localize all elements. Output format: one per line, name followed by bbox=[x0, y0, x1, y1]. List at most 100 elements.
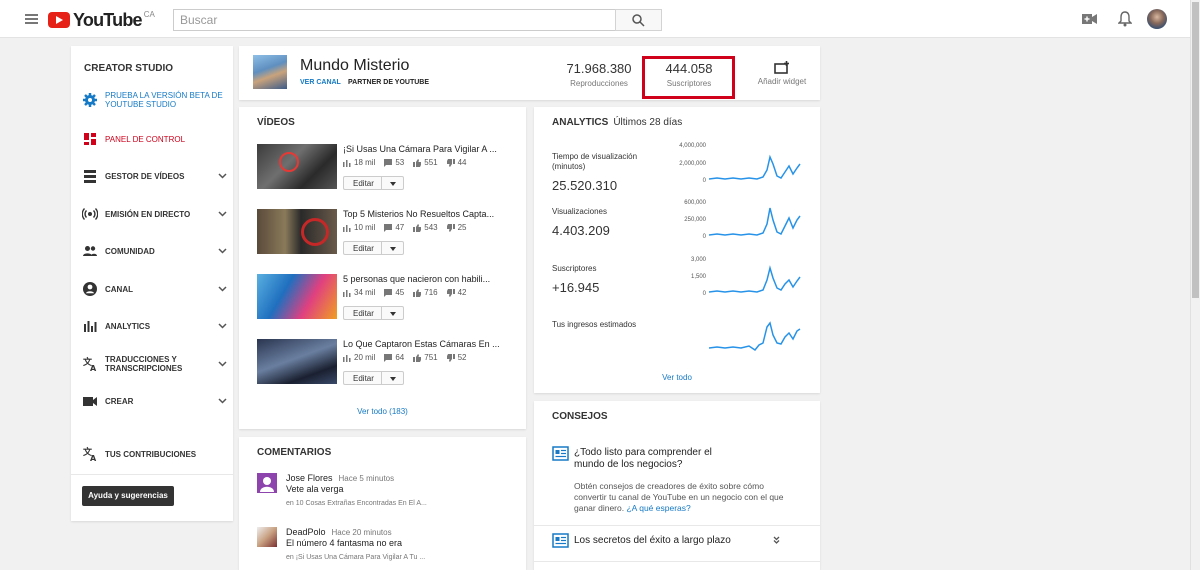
sidebar-divider bbox=[71, 474, 233, 475]
analytics-period: Últimos 28 días bbox=[613, 117, 683, 128]
tip-link[interactable]: ¿A qué esperas? bbox=[626, 503, 690, 513]
edit-video-button[interactable]: Editar bbox=[343, 241, 404, 255]
chevron-down-icon bbox=[218, 286, 227, 292]
analytics-title: ANALYTICS Últimos 28 días bbox=[552, 117, 682, 128]
videos-title: VÍDEOS bbox=[257, 117, 295, 128]
double-chevron-down-icon[interactable] bbox=[773, 536, 780, 544]
sidebar-item-label: CREAR bbox=[105, 396, 134, 406]
sidebar-item-dashboard[interactable]: PANEL DE CONTROL bbox=[82, 131, 227, 147]
views-bars-icon bbox=[343, 224, 351, 232]
video-title[interactable]: Lo Que Captaron Estas Cámaras En ... bbox=[343, 339, 503, 349]
views-value: 71.968.380 bbox=[566, 61, 632, 76]
metric-label: Suscriptores bbox=[552, 264, 597, 273]
comment-author[interactable]: Jose Flores bbox=[286, 473, 333, 483]
metric-value: 25.520.310 bbox=[552, 178, 618, 193]
comment-icon bbox=[384, 288, 393, 297]
views-stat[interactable]: 71.968.380 Reproducciones bbox=[564, 61, 634, 88]
comment-avatar[interactable] bbox=[257, 527, 277, 547]
edit-video-button[interactable]: Editar bbox=[343, 371, 404, 385]
comment-video-ref[interactable]: en 10 Cosas Extrañas Encontradas En El A… bbox=[286, 500, 427, 507]
sidebar-item-label: PANEL DE CONTROL bbox=[105, 134, 186, 144]
tips-card: CONSEJOS ¿Todo listo para comprender el … bbox=[534, 401, 820, 570]
edit-video-button[interactable]: Editar bbox=[343, 176, 404, 190]
video-thumbnail[interactable] bbox=[257, 274, 337, 319]
chevron-down-icon bbox=[218, 398, 227, 404]
thumbs-down-icon bbox=[446, 158, 455, 167]
tips-divider bbox=[534, 561, 820, 562]
channel-header: Mundo Misterio VER CANAL PARTNER DE YOUT… bbox=[239, 46, 820, 100]
dropdown-caret-icon[interactable] bbox=[390, 377, 396, 381]
video-thumbnail[interactable] bbox=[257, 144, 337, 189]
thumbs-up-icon bbox=[413, 158, 422, 167]
play-logo-icon bbox=[48, 12, 70, 28]
video-views: 18 mil bbox=[354, 158, 376, 167]
sidebar-item-community[interactable]: COMUNIDAD bbox=[82, 243, 227, 259]
video-stats: 10 mil 47 543 25 bbox=[343, 223, 476, 232]
sidebar-item-live[interactable]: EMISIÓN EN DIRECTO bbox=[82, 206, 227, 222]
search-input[interactable]: Buscar bbox=[173, 9, 616, 31]
edit-video-button[interactable]: Editar bbox=[343, 306, 404, 320]
help-feedback-button[interactable]: Ayuda y sugerencias bbox=[82, 486, 174, 506]
axis-tick: 2,000,000 bbox=[679, 161, 706, 167]
search-button[interactable] bbox=[615, 9, 662, 31]
chevron-down-icon bbox=[218, 248, 227, 254]
video-title[interactable]: Top 5 Misterios No Resueltos Capta... bbox=[343, 209, 503, 219]
add-widget-icon bbox=[774, 61, 789, 74]
video-dislikes: 25 bbox=[457, 223, 467, 232]
sidebar-item-video-manager[interactable]: GESTOR DE VÍDEOS bbox=[82, 168, 227, 184]
video-camera-icon bbox=[83, 397, 97, 406]
sidebar-item-channel[interactable]: CANAL bbox=[82, 281, 227, 297]
comment-icon bbox=[384, 158, 393, 167]
thumbs-down-icon bbox=[446, 223, 455, 232]
sidebar-item-analytics[interactable]: ANALYTICS bbox=[82, 318, 227, 334]
axis-tick: 0 bbox=[702, 291, 706, 297]
sidebar-item-create[interactable]: CREAR bbox=[82, 393, 227, 409]
youtube-logo[interactable]: YouTube CA bbox=[48, 9, 155, 31]
edit-label: Editar bbox=[353, 244, 374, 253]
video-title[interactable]: 5 personas que nacieron con habili... bbox=[343, 274, 503, 284]
comment-icon bbox=[384, 223, 393, 232]
comment-icon bbox=[384, 353, 393, 362]
user-avatar[interactable] bbox=[1147, 9, 1167, 29]
dropdown-caret-icon[interactable] bbox=[390, 182, 396, 186]
video-likes: 543 bbox=[424, 223, 438, 232]
menu-icon[interactable] bbox=[25, 14, 38, 24]
notifications-bell-icon[interactable] bbox=[1118, 11, 1132, 27]
video-item: Top 5 Misterios No Resueltos Capta... 10… bbox=[257, 209, 512, 259]
video-title[interactable]: ¡Si Usas Una Cámara Para Vigilar A ... bbox=[343, 144, 503, 154]
video-thumbnail[interactable] bbox=[257, 339, 337, 384]
translate-icon: 文A bbox=[82, 446, 97, 462]
scrollbar-thumb[interactable] bbox=[1192, 2, 1199, 298]
svg-text:A: A bbox=[90, 364, 97, 372]
subscribers-highlight-box bbox=[642, 56, 735, 99]
channel-avatar[interactable] bbox=[253, 55, 287, 89]
videos-see-all-link[interactable]: Ver todo (183) bbox=[239, 407, 526, 416]
videos-card: VÍDEOS ¡Si Usas Una Cámara Para Vigilar … bbox=[239, 107, 526, 429]
views-bars-icon bbox=[343, 289, 351, 297]
metric-value: +16.945 bbox=[552, 280, 600, 295]
add-widget-button[interactable]: Añadir widget bbox=[747, 61, 817, 86]
sidebar-item-studio-beta[interactable]: PRUEBA LA VERSIÓN BETA DE YOUTUBE STUDIO bbox=[82, 91, 227, 109]
page-scrollbar[interactable] bbox=[1190, 0, 1200, 570]
sidebar-item-label: TRADUCCIONES Y TRANSCRIPCIONES bbox=[105, 355, 183, 373]
comment-avatar[interactable] bbox=[257, 473, 277, 493]
dropdown-caret-icon[interactable] bbox=[390, 312, 396, 316]
edit-label: Editar bbox=[353, 309, 374, 318]
sidebar-item-contributions[interactable]: 文A TUS CONTRIBUCIONES bbox=[82, 446, 227, 462]
sidebar-item-translations[interactable]: 文A TRADUCCIONES Y TRANSCRIPCIONES bbox=[82, 355, 227, 373]
tip-heading[interactable]: ¿Todo listo para comprender el mundo de … bbox=[574, 447, 744, 471]
comment-video-ref[interactable]: en ¡Si Usas Una Cámara Para Vigilar A Tu… bbox=[286, 554, 425, 561]
thumbs-up-icon bbox=[413, 288, 422, 297]
upload-video-icon[interactable] bbox=[1082, 13, 1097, 25]
dropdown-caret-icon[interactable] bbox=[390, 247, 396, 251]
live-broadcast-icon bbox=[82, 208, 98, 220]
view-channel-link[interactable]: VER CANAL bbox=[300, 79, 341, 86]
video-stats: 18 mil 53 551 44 bbox=[343, 158, 476, 167]
sidebar-item-label: TUS CONTRIBUCIONES bbox=[105, 449, 197, 459]
gear-icon bbox=[83, 93, 97, 107]
video-thumbnail[interactable] bbox=[257, 209, 337, 254]
comment-author[interactable]: DeadPolo bbox=[286, 527, 326, 537]
views-bars-icon bbox=[343, 354, 351, 362]
tip-item-title[interactable]: Los secretos del éxito a largo plazo bbox=[574, 535, 731, 546]
analytics-see-all-link[interactable]: Ver todo bbox=[534, 373, 820, 382]
